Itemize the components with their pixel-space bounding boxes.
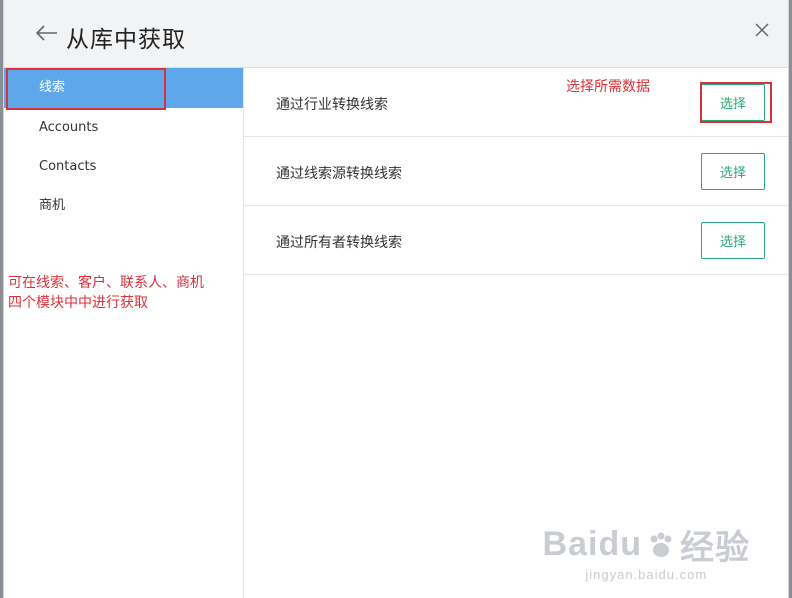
list-item: 通过线索源转换线索 选择: [244, 137, 788, 206]
sidebar-item-label: Accounts: [39, 120, 99, 135]
select-button-lead-source[interactable]: 选择: [701, 153, 765, 190]
select-button-industry[interactable]: 选择: [701, 84, 765, 121]
annotation-modules-line1: 可在线索、客户、联系人、商机: [8, 275, 204, 291]
arrow-left-icon: [35, 25, 57, 41]
dialog-header: 从库中获取: [4, 0, 788, 68]
sidebar-item-deals[interactable]: 商机: [4, 186, 243, 225]
baidu-watermark: Baidu 经验 jingyan.baidu.com: [543, 520, 750, 582]
sidebar-item-label: 线索: [39, 80, 66, 95]
close-button[interactable]: [752, 20, 772, 40]
conversion-options-list: 通过行业转换线索 选择 通过线索源转换线索 选择 通过所有者转换线索 选择: [244, 68, 788, 598]
list-item: 通过行业转换线索 选择: [244, 68, 788, 137]
dialog-title: 从库中获取: [66, 27, 186, 53]
sidebar-item-label: 商机: [39, 198, 66, 213]
module-sidebar: 线索 Accounts Contacts 商机: [4, 68, 244, 598]
paw-icon: [650, 532, 672, 557]
import-from-library-dialog: 从库中获取 线索 Accounts Contacts 商机 通过行业转换线索 选…: [3, 0, 789, 598]
sidebar-item-accounts[interactable]: Accounts: [4, 108, 243, 147]
watermark-brand-suffix: 经验: [680, 529, 750, 567]
sidebar-item-label: Contacts: [39, 159, 97, 174]
select-button-owner[interactable]: 选择: [701, 222, 765, 259]
back-button[interactable]: [34, 20, 60, 46]
watermark-brand: Baidu: [542, 525, 642, 563]
option-label: 通过所有者转换线索: [276, 235, 402, 251]
option-label: 通过行业转换线索: [276, 97, 388, 113]
annotation-modules-line2: 四个模块中中进行获取: [8, 295, 148, 311]
sidebar-item-leads[interactable]: 线索: [4, 68, 243, 108]
annotation-select-data: 选择所需数据: [566, 79, 650, 95]
list-item: 通过所有者转换线索 选择: [244, 206, 788, 275]
close-icon: [755, 23, 769, 37]
sidebar-item-contacts[interactable]: Contacts: [4, 147, 243, 186]
watermark-site: jingyan.baidu.com: [585, 567, 708, 582]
option-label: 通过线索源转换线索: [276, 166, 402, 182]
